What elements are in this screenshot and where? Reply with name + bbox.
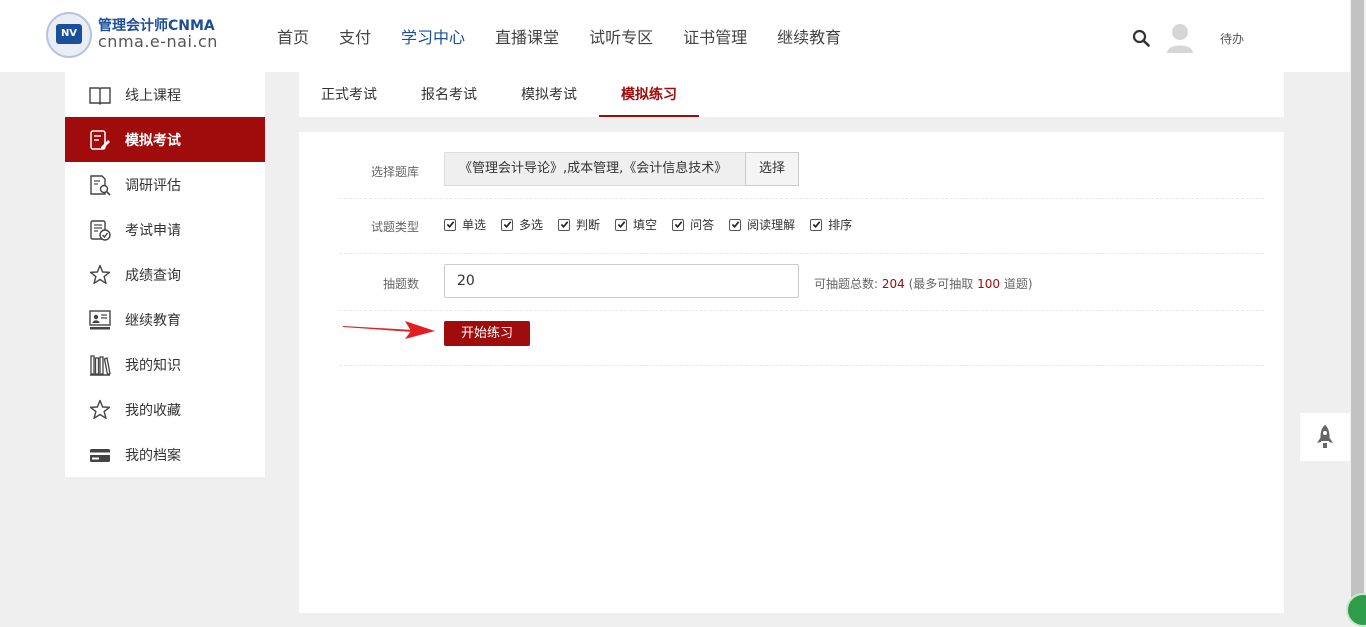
sidebar-item-exam-application[interactable]: 考试申请: [65, 207, 265, 252]
scrollbar-thumb[interactable]: [1351, 0, 1364, 600]
logo-emblem-icon: NV: [46, 12, 92, 58]
nav-payment[interactable]: 支付: [339, 24, 371, 48]
todo-link[interactable]: 待办: [1220, 30, 1244, 47]
sidebar-item-continuing-education[interactable]: 继续教育: [65, 297, 265, 342]
sidebar-item-label: 我的收藏: [125, 402, 181, 419]
exam-tabs: 正式考试 报名考试 模拟考试 模拟练习: [299, 72, 1284, 117]
sidebar-item-score-query[interactable]: 成绩查询: [65, 252, 265, 297]
sidebar-item-my-profile[interactable]: 我的档案: [65, 432, 265, 477]
sidebar-item-label: 我的档案: [125, 447, 181, 464]
checkbox-fill-blank[interactable]: 填空: [615, 216, 657, 233]
tab-mock-exam[interactable]: 模拟考试: [521, 72, 577, 117]
checkmark-icon: [729, 218, 742, 231]
question-bank-field[interactable]: 《管理会计导论》,成本管理,《会计信息技术》: [444, 152, 746, 186]
document-check-icon: [90, 219, 111, 241]
sidebar-item-label: 调研评估: [125, 177, 181, 194]
teacher-board-icon: [89, 309, 111, 329]
sidebar-item-label: 我的知识: [125, 357, 181, 374]
checkbox-ordering[interactable]: 排序: [810, 216, 852, 233]
checkbox-single-choice[interactable]: 单选: [444, 216, 486, 233]
tab-mock-practice[interactable]: 模拟练习: [599, 72, 699, 117]
max-count: 100: [977, 277, 1001, 291]
user-avatar-icon[interactable]: [1166, 21, 1194, 53]
red-arrow-annotation-icon: [343, 321, 435, 339]
checkmark-icon: [810, 218, 823, 231]
nav-certificate[interactable]: 证书管理: [683, 24, 747, 48]
checkbox-true-false[interactable]: 判断: [558, 216, 600, 233]
tab-registration-exam[interactable]: 报名考试: [421, 72, 477, 117]
nav-home[interactable]: 首页: [277, 24, 309, 48]
book-icon: [89, 86, 111, 105]
checkbox-reading[interactable]: 阅读理解: [729, 216, 795, 233]
back-to-top-button[interactable]: [1300, 413, 1350, 461]
checkmark-icon: [672, 218, 685, 231]
select-bank-button[interactable]: 选择: [745, 152, 799, 186]
header: NV 管理会计师CNMA cnma.e-nai.cn 首页 支付 学习中心 直播…: [0, 0, 1350, 72]
total-count: 204: [881, 277, 905, 291]
search-icon[interactable]: [1132, 29, 1150, 47]
logo-subtitle: cnma.e-nai.cn: [98, 31, 218, 51]
tab-formal-exam[interactable]: 正式考试: [321, 72, 377, 117]
checkmark-icon: [558, 218, 571, 231]
logo[interactable]: NV 管理会计师CNMA cnma.e-nai.cn: [46, 12, 218, 58]
star-icon: [89, 399, 111, 419]
document-search-icon: [90, 174, 111, 196]
checkbox-multiple-choice[interactable]: 多选: [501, 216, 543, 233]
sidebar-item-my-favorites[interactable]: 我的收藏: [65, 387, 265, 432]
sidebar-item-label: 考试申请: [125, 222, 181, 239]
main-nav: 首页 支付 学习中心 直播课堂 试听专区 证书管理 继续教育: [262, 24, 856, 48]
question-count-info: 可抽题总数: 204 (最多可抽取 100 道题): [814, 277, 1033, 291]
sidebar-item-my-knowledge[interactable]: 我的知识: [65, 342, 265, 387]
question-count-input[interactable]: 20: [444, 264, 799, 298]
sidebar-item-mock-exam[interactable]: 模拟考试: [65, 117, 265, 162]
star-icon: [89, 264, 111, 284]
checkbox-qa[interactable]: 问答: [672, 216, 714, 233]
question-bank-label: 选择题库: [370, 165, 419, 179]
floating-widget-icon[interactable]: [1346, 593, 1366, 627]
question-type-label: 试题类型: [370, 220, 419, 234]
question-type-checkboxes: 单选 多选 判断 填空 问答 阅读理解 排序: [444, 216, 867, 233]
edit-document-icon: [90, 129, 110, 150]
sidebar-item-survey[interactable]: 调研评估: [65, 162, 265, 207]
checkmark-icon: [444, 218, 456, 231]
sidebar: 线上课程 模拟考试 调研评估 考试申请 成绩查询 继续教育 我的知识 我的收藏 …: [65, 72, 265, 477]
id-card-icon: [90, 448, 110, 462]
nav-trial-zone[interactable]: 试听专区: [589, 24, 653, 48]
sidebar-item-online-courses[interactable]: 线上课程: [65, 72, 265, 117]
nav-live-class[interactable]: 直播课堂: [495, 24, 559, 48]
rocket-icon: [1317, 425, 1333, 448]
nav-learning-center[interactable]: 学习中心: [401, 24, 465, 48]
checkmark-icon: [501, 218, 514, 231]
sidebar-item-label: 成绩查询: [125, 267, 181, 284]
nav-continuing-education[interactable]: 继续教育: [777, 24, 841, 48]
sidebar-item-label: 继续教育: [125, 312, 181, 329]
sidebar-item-label: 线上课程: [125, 87, 181, 104]
start-practice-button[interactable]: 开始练习: [444, 321, 530, 346]
question-count-label: 抽题数: [382, 277, 419, 291]
checkmark-icon: [615, 218, 628, 231]
sidebar-item-label: 模拟考试: [125, 132, 181, 149]
bookshelf-icon: [90, 354, 111, 376]
practice-form-panel: 选择题库 《管理会计导论》,成本管理,《会计信息技术》 选择 试题类型 单选 多…: [299, 132, 1284, 613]
